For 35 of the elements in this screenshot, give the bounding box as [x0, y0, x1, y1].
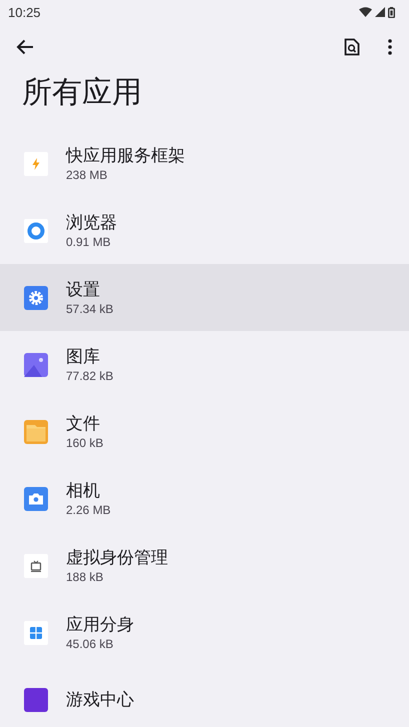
image-icon [24, 352, 48, 376]
gear-icon [24, 286, 48, 310]
app-size: 160 kB [66, 434, 104, 450]
tv-icon [24, 554, 48, 578]
app-name: 快应用服务框架 [66, 144, 185, 166]
back-icon[interactable] [16, 39, 34, 55]
app-name: 浏览器 [66, 212, 117, 234]
app-size: 188 kB [66, 568, 104, 584]
app-name: 游戏中心 [66, 688, 134, 710]
signal-icon [375, 7, 385, 17]
app-name: 文件 [66, 412, 101, 434]
status-time: 10:25 [8, 4, 41, 20]
app-item[interactable]: 设置 57.34 kB [0, 264, 409, 331]
app-name: 应用分身 [66, 614, 134, 636]
app-name: 相机 [66, 480, 101, 502]
app-size: 45.06 kB [66, 636, 114, 652]
app-size: 238 MB [66, 166, 108, 182]
page-title: 所有应用 [21, 74, 143, 112]
app-size: 57.34 kB [66, 300, 114, 316]
app-size: 2.26 MB [66, 502, 111, 518]
more-icon[interactable] [388, 39, 392, 55]
app-name: 虚拟身份管理 [66, 546, 168, 568]
grid-icon [24, 620, 48, 644]
app-icon [24, 688, 48, 712]
app-name: 设置 [66, 278, 101, 300]
folder-icon [24, 420, 48, 444]
battery-icon [388, 6, 395, 18]
search-icon[interactable] [344, 38, 360, 56]
camera-icon [24, 486, 48, 510]
wifi-icon [359, 7, 372, 17]
app-name: 图库 [66, 346, 101, 368]
ring-icon [24, 218, 48, 242]
lightning-icon [24, 152, 48, 176]
app-size: 0.91 MB [66, 234, 112, 250]
app-size: 77.82 kB [66, 368, 114, 384]
